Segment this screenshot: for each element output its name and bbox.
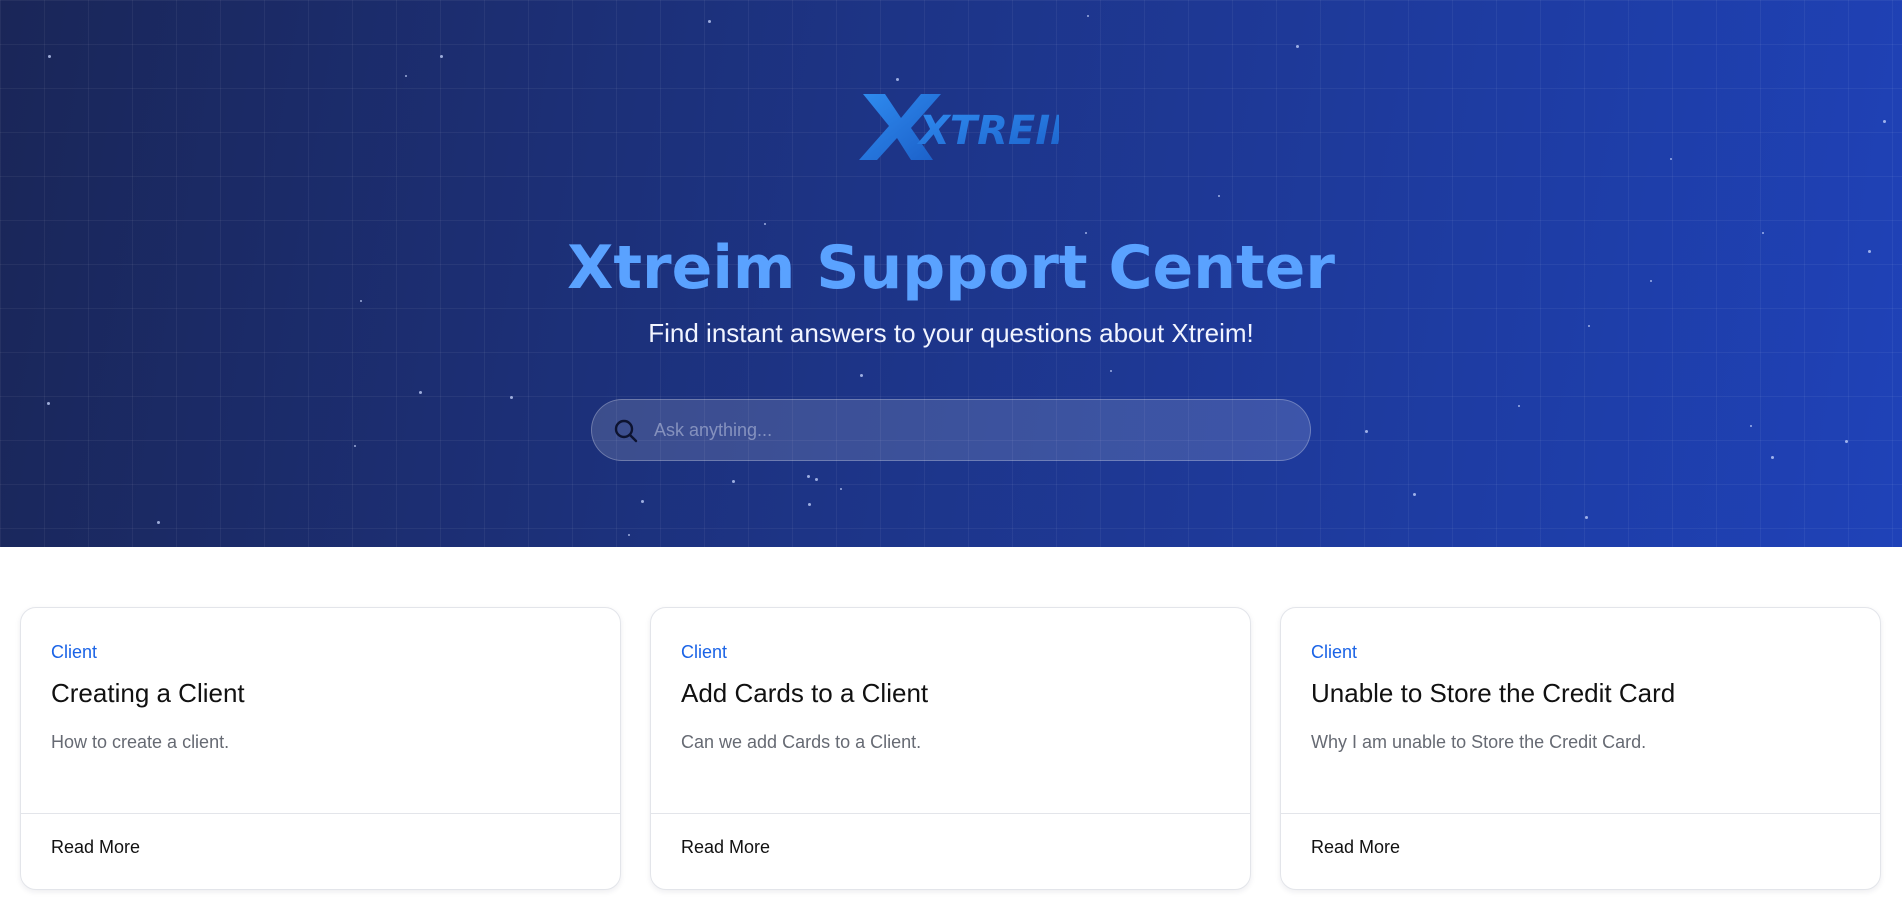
star-dot: [419, 391, 422, 394]
card-description: Can we add Cards to a Client.: [681, 732, 922, 752]
star-dot: [1883, 120, 1886, 123]
star-dot: [628, 534, 630, 536]
star-dot: [641, 500, 644, 503]
card-title[interactable]: Unable to Store the Credit Card: [1311, 678, 1675, 709]
star-dot: [1670, 158, 1672, 160]
logo-text: XTREIM: [916, 108, 1059, 154]
star-dot: [354, 445, 356, 447]
search-bar[interactable]: [591, 399, 1311, 461]
card-category[interactable]: Client: [1311, 642, 1357, 663]
star-dot: [440, 55, 443, 58]
star-dot: [896, 78, 899, 81]
star-dot: [1750, 425, 1752, 427]
search-input[interactable]: [652, 400, 1292, 460]
read-more-link[interactable]: Read More: [681, 837, 770, 858]
star-dot: [157, 521, 160, 524]
article-card[interactable]: Client Unable to Store the Credit Card W…: [1280, 607, 1881, 890]
article-card[interactable]: Client Add Cards to a Client Can we add …: [650, 607, 1251, 890]
xtreim-logo: XTREIM: [859, 94, 1059, 160]
star-dot: [405, 75, 407, 77]
star-dot: [807, 475, 810, 478]
star-dot: [815, 478, 818, 481]
read-more-link[interactable]: Read More: [51, 837, 140, 858]
star-dot: [510, 396, 513, 399]
star-dot: [1087, 15, 1089, 17]
card-divider: [651, 813, 1250, 814]
hero-banner: XTREIM Xtreim Support Center Find instan…: [0, 0, 1902, 547]
card-category[interactable]: Client: [51, 642, 97, 663]
card-title[interactable]: Creating a Client: [51, 678, 245, 709]
star-dot: [1296, 45, 1299, 48]
star-dot: [47, 402, 50, 405]
star-dot: [840, 488, 842, 490]
search-icon: [614, 419, 638, 443]
card-category[interactable]: Client: [681, 642, 727, 663]
card-description: Why I am unable to Store the Credit Card…: [1311, 732, 1647, 752]
star-dot: [732, 480, 735, 483]
card-divider: [21, 813, 620, 814]
star-dot: [1110, 370, 1112, 372]
article-card[interactable]: Client Creating a Client How to create a…: [20, 607, 621, 890]
page-title: Xtreim Support Center: [567, 233, 1335, 303]
star-dot: [808, 503, 811, 506]
star-dot: [1413, 493, 1416, 496]
star-dot: [1845, 440, 1848, 443]
star-dot: [708, 20, 711, 23]
card-divider: [1281, 813, 1880, 814]
star-dot: [1771, 456, 1774, 459]
card-title[interactable]: Add Cards to a Client: [681, 678, 928, 709]
star-dot: [860, 374, 863, 377]
star-dot: [1585, 516, 1588, 519]
star-dot: [1365, 430, 1368, 433]
star-dot: [1518, 405, 1520, 407]
star-dot: [48, 55, 51, 58]
page-subtitle: Find instant answers to your questions a…: [648, 318, 1254, 348]
star-dot: [764, 223, 766, 225]
star-dot: [1218, 195, 1220, 197]
read-more-link[interactable]: Read More: [1311, 837, 1400, 858]
card-description: How to create a client.: [51, 732, 230, 752]
